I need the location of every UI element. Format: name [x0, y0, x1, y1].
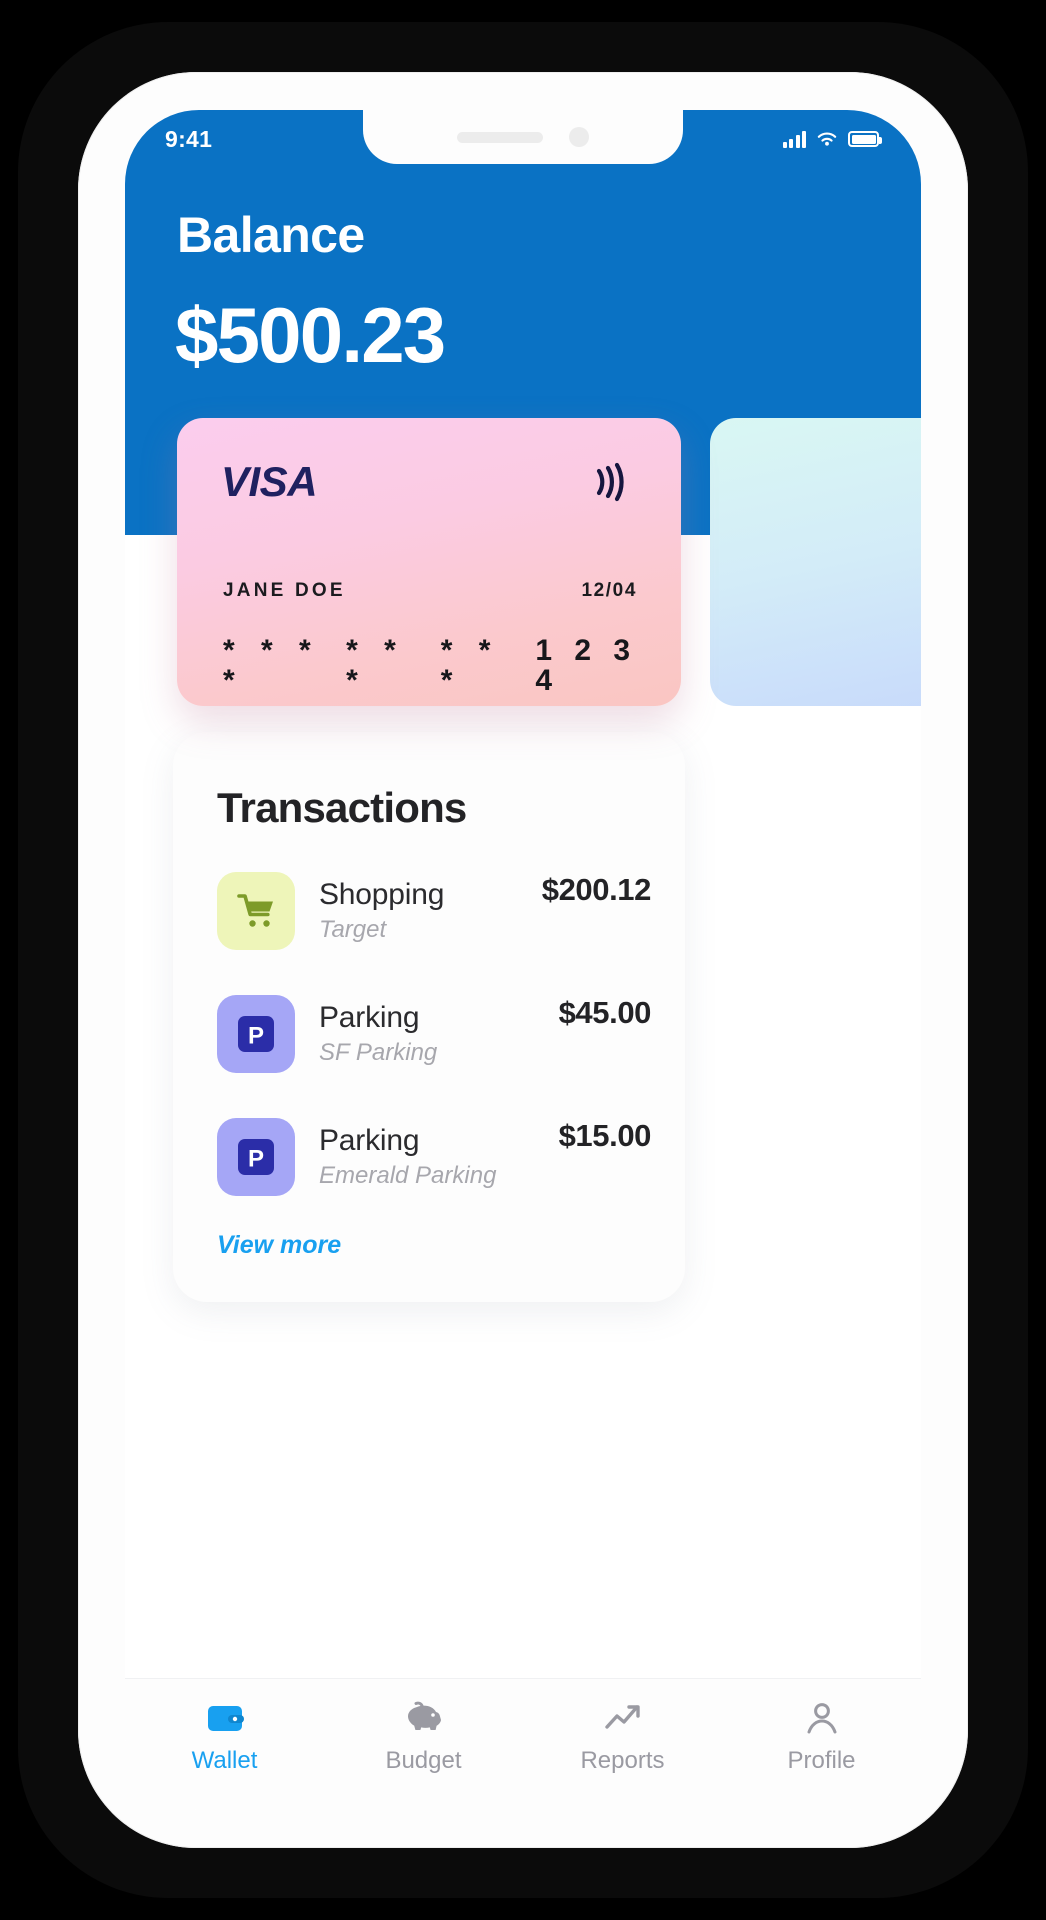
- transaction-category: Parking: [319, 1123, 420, 1157]
- earpiece-speaker: [457, 131, 543, 143]
- transaction-category: Shopping: [319, 877, 445, 911]
- front-camera: [569, 127, 589, 147]
- transaction-category: Parking: [319, 1000, 420, 1034]
- transactions-panel: Transactions Shopping Target $200.12 P P…: [173, 732, 685, 1302]
- transaction-detail: Parking Emerald Parking: [295, 1124, 559, 1190]
- page-title: Balance: [177, 207, 365, 263]
- svg-text:P: P: [248, 1146, 264, 1173]
- nav-label-profile: Profile: [787, 1747, 856, 1774]
- parking-p-icon: P: [238, 1016, 274, 1052]
- status-bar-icons: [782, 130, 882, 148]
- card-carousel[interactable]: VISA JANE DOE 12/04 * * * * * * * * * * …: [125, 418, 921, 708]
- transaction-merchant: Target: [319, 916, 387, 944]
- battery-icon: [848, 131, 882, 147]
- svg-text:P: P: [248, 1023, 264, 1050]
- credit-card-primary[interactable]: VISA JANE DOE 12/04 * * * * * * * * * * …: [177, 418, 681, 706]
- phone-screen: 9:41 Balance $500.23 VISA JANE DOE 12/04…: [125, 110, 921, 1810]
- transactions-title: Transactions: [217, 784, 467, 831]
- transaction-detail: Parking SF Parking: [295, 1001, 559, 1067]
- visa-logo: VISA: [221, 458, 318, 505]
- card-masked-group-1: * * * *: [223, 634, 320, 697]
- screenshot-stage: 9:41 Balance $500.23 VISA JANE DOE 12/04…: [0, 0, 1046, 1920]
- nav-item-budget[interactable]: Budget: [324, 1699, 523, 1775]
- card-last-four: 1 2 3 4: [535, 634, 638, 697]
- status-bar-clock: 9:41: [165, 125, 213, 152]
- person-icon: [805, 1699, 839, 1737]
- shopping-cart-icon: [237, 894, 273, 927]
- nav-item-wallet[interactable]: Wallet: [125, 1699, 324, 1775]
- transactions-list: Shopping Target $200.12 P Parking SF Par…: [217, 870, 651, 1239]
- nav-item-reports[interactable]: Reports: [523, 1699, 722, 1775]
- nav-item-profile[interactable]: Profile: [722, 1699, 921, 1775]
- wifi-icon: [817, 132, 837, 146]
- transaction-row[interactable]: P Parking SF Parking $45.00: [217, 993, 651, 1075]
- nav-label-wallet: Wallet: [191, 1747, 258, 1774]
- signal-bars-icon: [782, 130, 806, 148]
- card-holder-name: JANE DOE: [223, 580, 346, 601]
- credit-card-next[interactable]: [710, 418, 921, 706]
- piggy-bank-icon: [404, 1699, 444, 1737]
- transaction-amount: $15.00: [558, 1118, 652, 1153]
- nav-label-reports: Reports: [580, 1747, 665, 1774]
- card-expiry: 12/04: [581, 580, 637, 601]
- transaction-merchant: Emerald Parking: [319, 1162, 497, 1190]
- transaction-row[interactable]: Shopping Target $200.12: [217, 870, 651, 952]
- line-chart-icon: [604, 1699, 642, 1737]
- card-masked-group-2: * * *: [346, 634, 405, 697]
- balance-amount: $500.23: [175, 291, 446, 379]
- card-masked-group-3: * * *: [440, 634, 500, 697]
- phone-notch: [363, 110, 683, 164]
- parking-p-icon-tile: P: [217, 1118, 295, 1196]
- shopping-cart-icon-tile: [217, 872, 295, 950]
- nav-label-budget: Budget: [385, 1747, 462, 1774]
- transaction-detail: Shopping Target: [295, 878, 542, 944]
- bottom-navigation: Wallet Budget Reports Profile: [125, 1678, 921, 1810]
- parking-p-icon: P: [238, 1139, 274, 1175]
- transaction-amount: $45.00: [558, 995, 652, 1030]
- transaction-merchant: SF Parking: [319, 1039, 438, 1067]
- wallet-icon: [206, 1699, 244, 1737]
- transaction-amount: $200.12: [541, 872, 652, 907]
- contactless-payment-icon: [596, 462, 624, 502]
- transaction-row[interactable]: P Parking Emerald Parking $15.00: [217, 1116, 651, 1198]
- card-number: * * * * * * * * * * 1 2 3 4: [223, 636, 641, 696]
- view-more-link[interactable]: View more: [217, 1231, 341, 1260]
- parking-p-icon-tile: P: [217, 995, 295, 1073]
